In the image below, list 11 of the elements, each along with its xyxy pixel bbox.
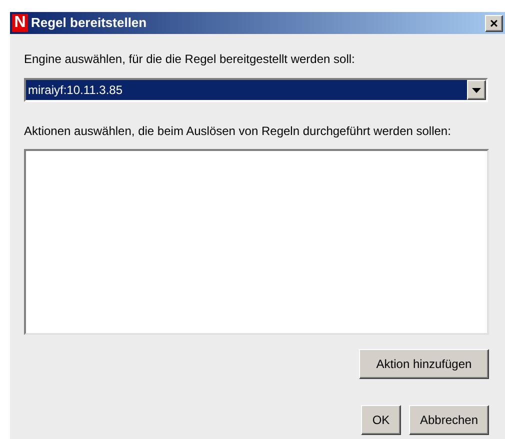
ok-button[interactable]: OK [361, 405, 401, 435]
dropdown-value: miraiyf:10.11.3.85 [26, 80, 467, 100]
actions-label: Aktionen auswählen, die beim Auslösen von Regeln durchgeführt werden sollen: [24, 123, 452, 140]
close-button[interactable]: × [485, 14, 503, 32]
cancel-button[interactable]: Abbrechen [409, 405, 489, 435]
window-title: Regel bereitstellen [31, 14, 147, 32]
actions-list[interactable] [24, 149, 489, 335]
engine-dropdown[interactable]: miraiyf:10.11.3.85 [24, 78, 488, 102]
app-logo: N [12, 14, 28, 32]
add-action-button[interactable]: Aktion hinzufügen [359, 349, 489, 379]
engine-label: Engine auswählen, für die die Regel bereitgestellt werden soll: [24, 51, 356, 68]
